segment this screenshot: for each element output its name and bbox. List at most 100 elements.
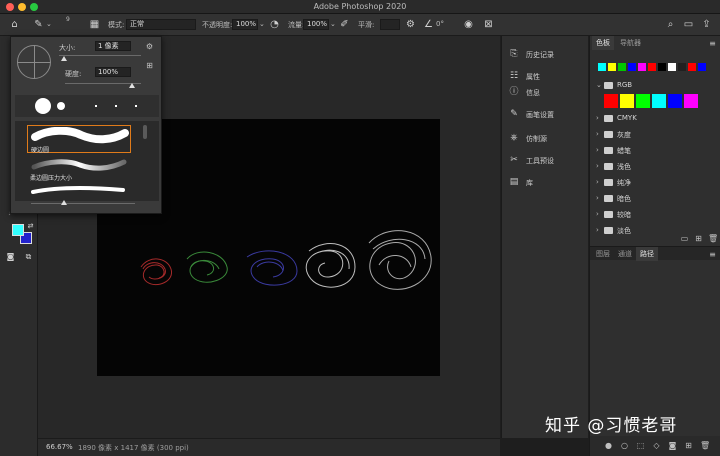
swatch-group-dark[interactable]: › 暗色 [590,192,720,206]
panel-tool-presets[interactable]: ✂ 工具预设 [508,154,588,168]
swatch-group-grayscale[interactable]: › 灰度 [590,128,720,142]
panel-info[interactable]: ⓘ 信息 [508,86,588,100]
delete-path-trash-icon[interactable]: 🗑 [700,441,710,450]
smoothing-settings-gear-icon[interactable]: ⚙ [404,18,417,31]
panel-menu-icon[interactable]: ≡ [708,250,717,259]
swatch-group-pastel[interactable]: › 蜡笔 [590,144,720,158]
recent-swatch[interactable] [698,63,706,71]
recent-brush-small-2[interactable] [115,105,117,107]
swatch-group-label: 纯净 [617,179,631,187]
panel-history[interactable]: ⎘ 历史记录 [508,48,588,62]
opacity-field[interactable]: 100% [232,19,258,30]
preset-list-scrollbar[interactable] [143,125,147,139]
stroke-path-icon[interactable]: ○ [620,441,629,450]
panel-library[interactable]: ▤ 库 [508,176,588,190]
hardness-field[interactable]: 100% [95,67,131,77]
rgb-swatch[interactable] [652,94,666,108]
pressure-opacity-icon[interactable]: ◔ [268,18,281,31]
panel-clone-source[interactable]: ⎈ 仿制源 [508,132,588,146]
size-slider-thumb[interactable] [61,56,67,61]
new-group-folder-icon[interactable]: ▭ [680,234,689,243]
panel-menu-icon[interactable]: ≡ [708,39,717,48]
recent-swatch[interactable] [608,63,616,71]
brush-dropdown-chevron-icon[interactable]: ⌄ [46,20,52,28]
rgb-swatch[interactable] [620,94,634,108]
recent-swatch[interactable] [678,63,686,71]
new-path-icon[interactable]: ⊞ [684,441,693,450]
size-field[interactable]: 1 像素 [95,41,131,51]
preset-soft-round-pressure[interactable]: 柔边圆压力大小 [27,157,131,183]
make-path-icon[interactable]: ◇ [652,441,661,450]
recent-swatch[interactable] [598,63,606,71]
collapsed-panels-strip: ⎘ 历史记录 ☷ 属性 ⓘ 信息 ✎ 画笔设置 ⎈ 仿制源 ✂ 工具预设 ▤ 库 [501,36,588,438]
quick-mask-icon[interactable]: ◙ [4,250,17,263]
share-icon[interactable]: ⇪ [700,18,713,31]
recent-brush-small-3[interactable] [135,105,137,107]
swap-colors-icon[interactable]: ⇄ [24,220,37,233]
rgb-swatch[interactable] [604,94,618,108]
flow-chevron-icon[interactable]: ⌄ [330,20,336,28]
angle-icon[interactable]: ∠ [422,18,435,31]
rgb-swatch[interactable] [668,94,682,108]
preset-hard-round[interactable]: 硬边圆 [27,125,131,154]
recent-swatch[interactable] [628,63,636,71]
swatch-group-rgb[interactable]: ⌄ RGB [590,79,720,93]
swatch-group-light[interactable]: › 浅色 [590,160,720,174]
brush-tool-icon[interactable]: ✎ [32,18,45,31]
brush-angle-preview[interactable] [17,45,51,79]
angle-value[interactable]: 0° [436,20,444,28]
opacity-chevron-icon[interactable]: ⌄ [259,20,265,28]
recent-swatch[interactable] [688,63,696,71]
preset-third[interactable] [27,185,131,197]
tab-navigator[interactable]: 导航器 [616,36,645,50]
pressure-size-icon[interactable]: ◉ [462,18,475,31]
tab-paths[interactable]: 路径 [636,247,658,261]
add-mask-icon[interactable]: ◙ [668,441,677,450]
preview-size-slider[interactable] [31,203,135,204]
swatch-group-cmyk[interactable]: › CMYK [590,112,720,126]
foreground-color-swatch[interactable] [12,224,24,236]
document-info[interactable]: 1890 像素 x 1417 像素 (300 ppi) [78,443,189,453]
new-preset-icon[interactable]: ⊞ [145,61,154,70]
hardness-slider-thumb[interactable] [129,83,135,88]
fill-path-icon[interactable]: ● [604,441,613,450]
delete-swatch-trash-icon[interactable]: 🗑 [708,234,718,243]
preview-size-thumb[interactable] [61,200,67,205]
recent-swatch[interactable] [618,63,626,71]
flow-field[interactable]: 100% [303,19,329,30]
airbrush-icon[interactable]: ✐ [338,18,351,31]
screen-mode-icon[interactable]: ⧉ [22,250,35,263]
brush-size-indicator[interactable]: 9 [66,16,70,23]
panel-properties-label: 属性 [526,73,540,81]
brush-settings-gear-icon[interactable]: ⚙ [145,42,154,51]
rgb-swatch[interactable] [684,94,698,108]
zoom-level[interactable]: 66.67% [46,443,73,451]
workspace-icon[interactable]: ▭ [682,18,695,31]
recent-swatch[interactable] [648,63,656,71]
swatch-group-darker[interactable]: › 较暗 [590,208,720,222]
tab-layers[interactable]: 图层 [592,247,614,261]
symmetry-icon[interactable]: ⊠ [482,18,495,31]
panel-properties[interactable]: ☷ 属性 [508,70,588,84]
rgb-swatch[interactable] [636,94,650,108]
recent-brush-hard-large[interactable] [35,98,51,114]
smoothing-field[interactable] [380,19,400,30]
recent-brush-hard-medium[interactable] [57,102,65,110]
recent-brush-small-1[interactable] [95,105,97,107]
load-selection-icon[interactable]: ⬚ [636,441,645,450]
brush-panel-toggle-icon[interactable]: ▦ [88,18,101,31]
search-icon[interactable]: ⌕ [664,18,677,31]
recent-swatch[interactable] [668,63,676,71]
clone-source-icon: ⎈ [510,133,518,143]
folder-icon [604,227,613,234]
panel-brush-settings[interactable]: ✎ 画笔设置 [508,108,588,122]
tab-channels[interactable]: 通道 [614,247,636,261]
recent-swatch[interactable] [638,63,646,71]
new-swatch-icon[interactable]: ⊞ [694,234,703,243]
size-slider-track[interactable] [59,55,141,56]
swatch-group-pure[interactable]: › 纯净 [590,176,720,190]
mode-select[interactable]: 正常 [126,19,196,30]
recent-swatch[interactable] [658,63,666,71]
home-icon[interactable]: ⌂ [8,18,21,31]
tab-swatches[interactable]: 色板 [592,36,614,50]
